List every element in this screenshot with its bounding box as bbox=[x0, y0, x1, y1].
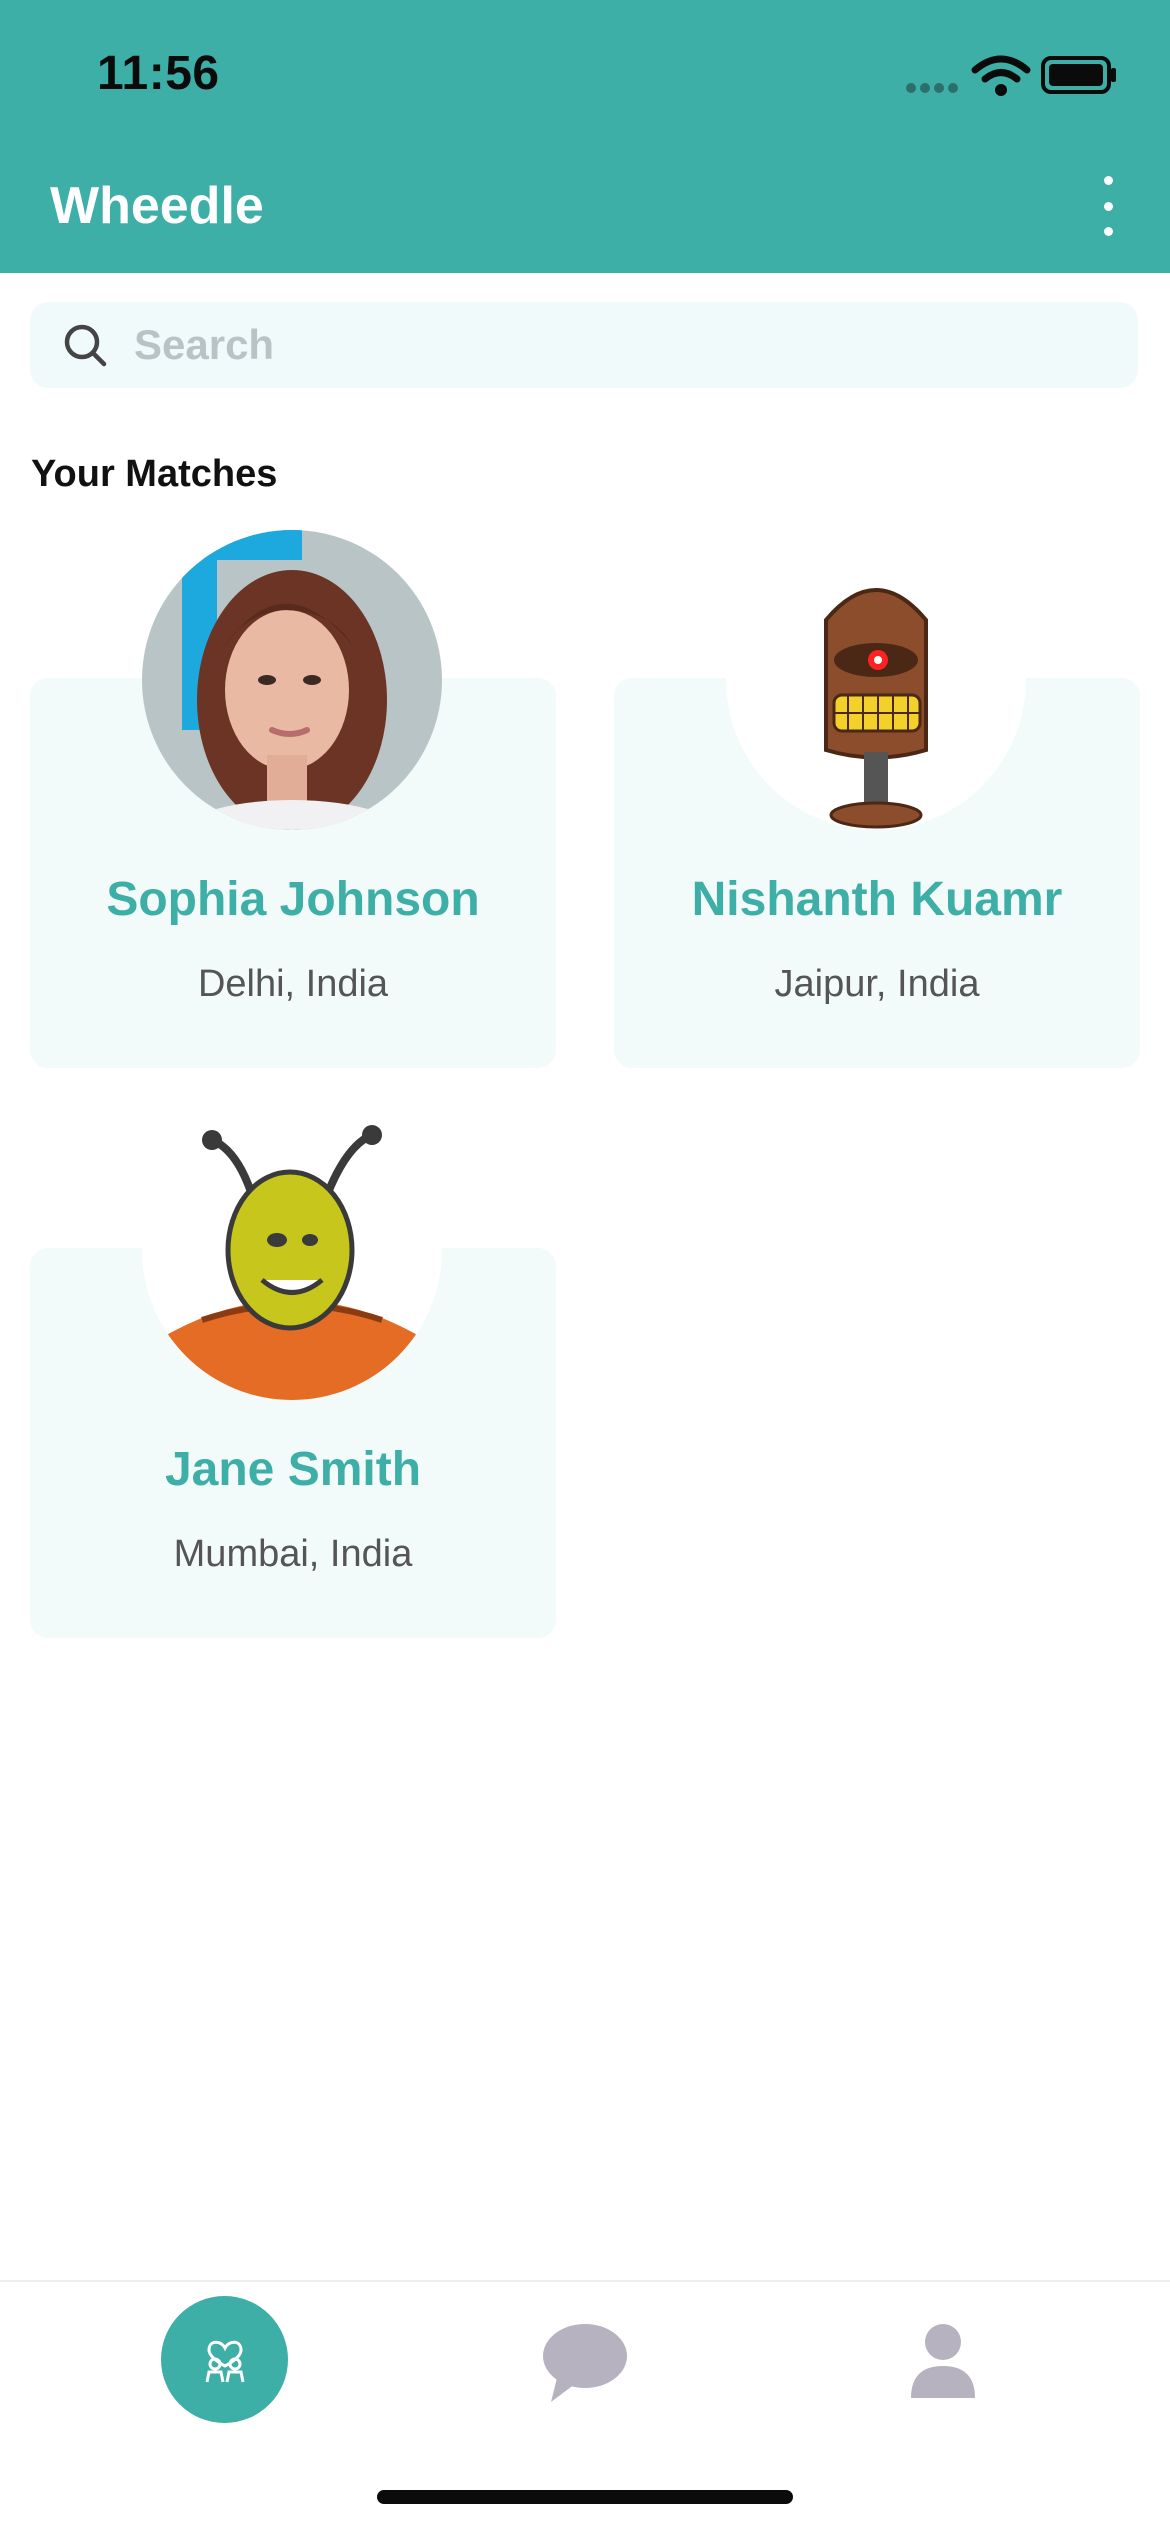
profile-icon[interactable] bbox=[893, 2310, 993, 2410]
match-name: Nishanth Kuamr bbox=[691, 873, 1063, 926]
app-title: Wheedle bbox=[50, 177, 264, 235]
matches-icon bbox=[205, 2340, 244, 2382]
match-name: Sophia Johnson bbox=[106, 873, 480, 926]
chat-icon[interactable] bbox=[535, 2310, 635, 2410]
status-time: 11:56 bbox=[97, 47, 220, 100]
search-bar[interactable] bbox=[30, 302, 1138, 388]
match-location: Delhi, India bbox=[197, 963, 389, 1005]
more-options-icon[interactable] bbox=[1088, 176, 1128, 236]
avatar bbox=[726, 530, 1026, 830]
match-name: Jane Smith bbox=[164, 1443, 422, 1496]
avatar bbox=[142, 530, 442, 830]
app-header: 11:56 Wheedle bbox=[0, 0, 1170, 273]
status-icons bbox=[906, 55, 1116, 96]
match-location: Mumbai, India bbox=[173, 1533, 413, 1575]
match-location: Jaipur, India bbox=[774, 963, 980, 1005]
signal-icon bbox=[906, 83, 958, 93]
section-title: Your Matches bbox=[31, 453, 278, 495]
avatar bbox=[142, 1100, 442, 1400]
wifi-icon bbox=[971, 55, 1031, 83]
search-icon bbox=[64, 324, 107, 367]
search-input[interactable] bbox=[132, 320, 1036, 370]
nav-matches-button[interactable] bbox=[161, 2296, 288, 2423]
battery-icon bbox=[1041, 56, 1116, 94]
home-indicator bbox=[377, 2490, 793, 2504]
